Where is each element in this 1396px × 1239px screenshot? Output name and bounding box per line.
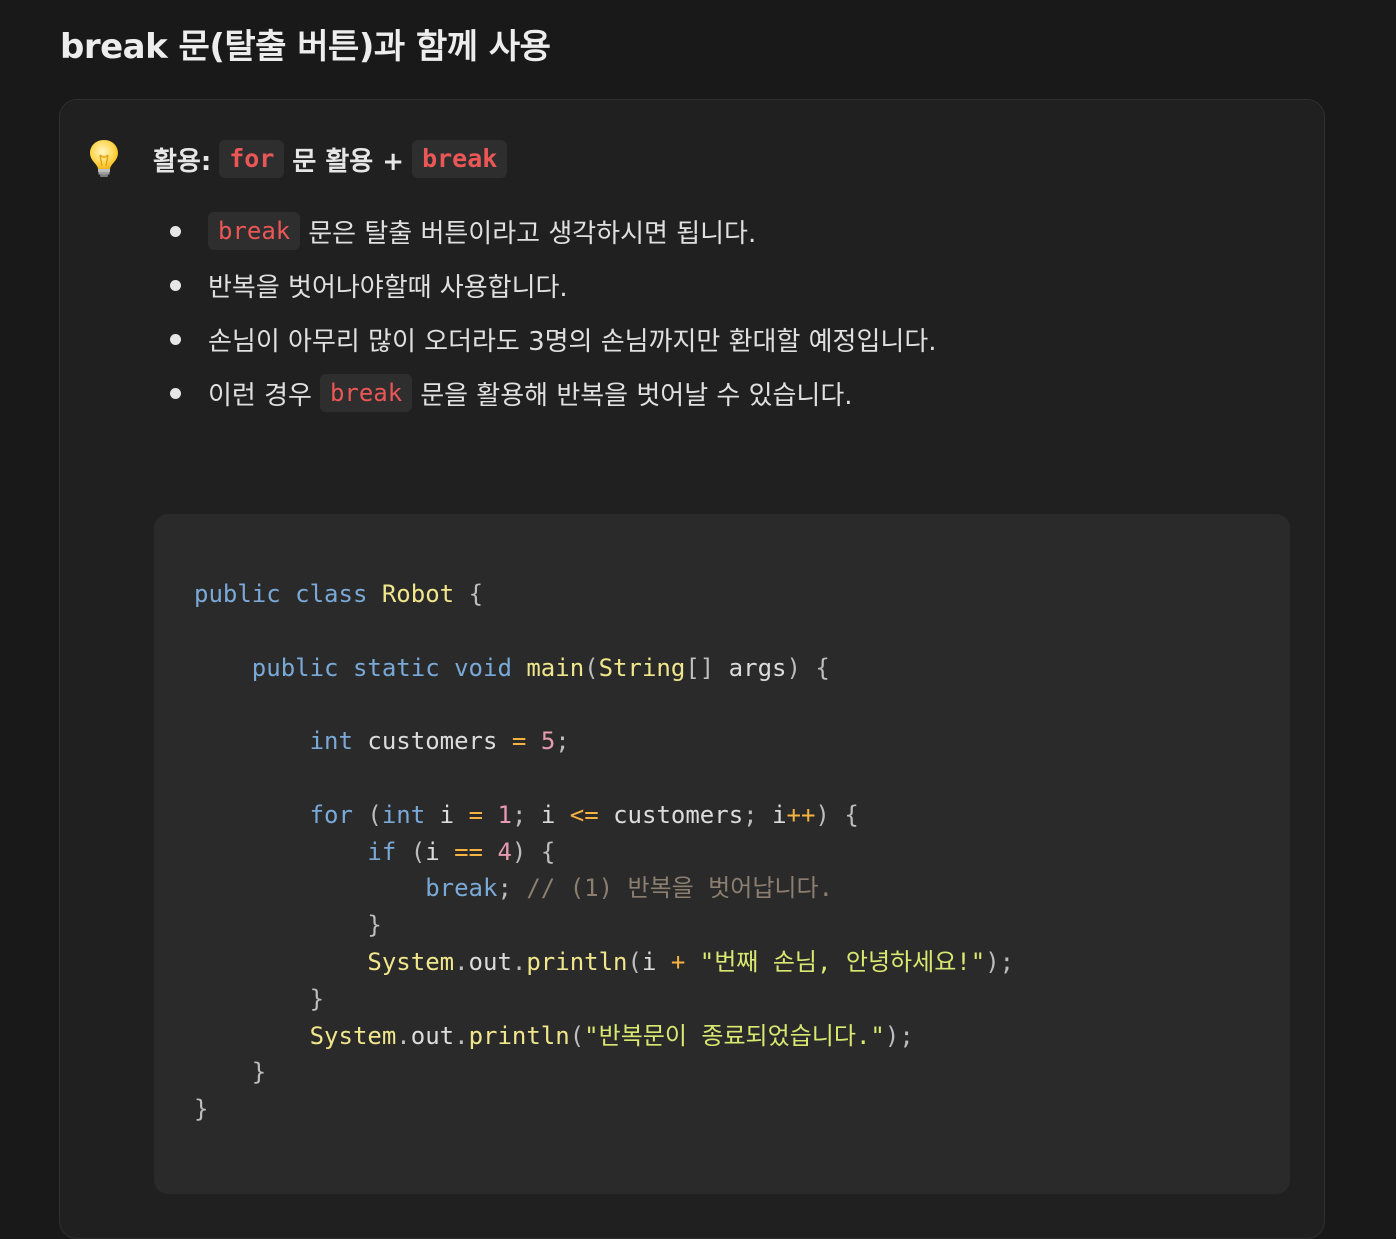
- bullet-dot: [170, 388, 181, 399]
- inline-code-break: break: [412, 140, 508, 178]
- bullet-text-after: 문을 활용해 반복을 벗어날 수 있습니다.: [420, 380, 853, 411]
- callout-block: 활용: for 문 활용 + break break 문은 탈출 버튼이라고 생…: [59, 99, 1325, 1239]
- bullet-dot: [170, 280, 181, 291]
- bullet-dot: [170, 226, 181, 237]
- bullet-text: 문은 탈출 버튼이라고 생각하시면 됩니다.: [308, 218, 757, 249]
- callout-title: 활용: for 문 활용 + break: [153, 138, 515, 180]
- inline-code-break: break: [319, 374, 413, 412]
- code-content[interactable]: public class Robot { public static void …: [194, 576, 1014, 1128]
- inline-code-for: for: [219, 140, 285, 178]
- lightbulb-icon[interactable]: [86, 138, 122, 178]
- page-title: break 문(탈출 버튼)과 함께 사용: [60, 27, 551, 67]
- inline-code-break: break: [208, 212, 301, 250]
- callout-title-middle: 문 활용 +: [292, 146, 405, 177]
- bullet-text: 반복을 벗어나야할때 사용합니다.: [208, 272, 568, 303]
- bullet-text-before: 이런 경우: [208, 380, 312, 411]
- bullet-text: 손님이 아무리 많이 오더라도 3명의 손님까지만 환대할 예정입니다.: [208, 326, 937, 357]
- bullet-dot: [170, 334, 181, 345]
- callout-title-prefix: 활용:: [153, 146, 212, 177]
- code-block[interactable]: public class Robot { public static void …: [154, 514, 1290, 1194]
